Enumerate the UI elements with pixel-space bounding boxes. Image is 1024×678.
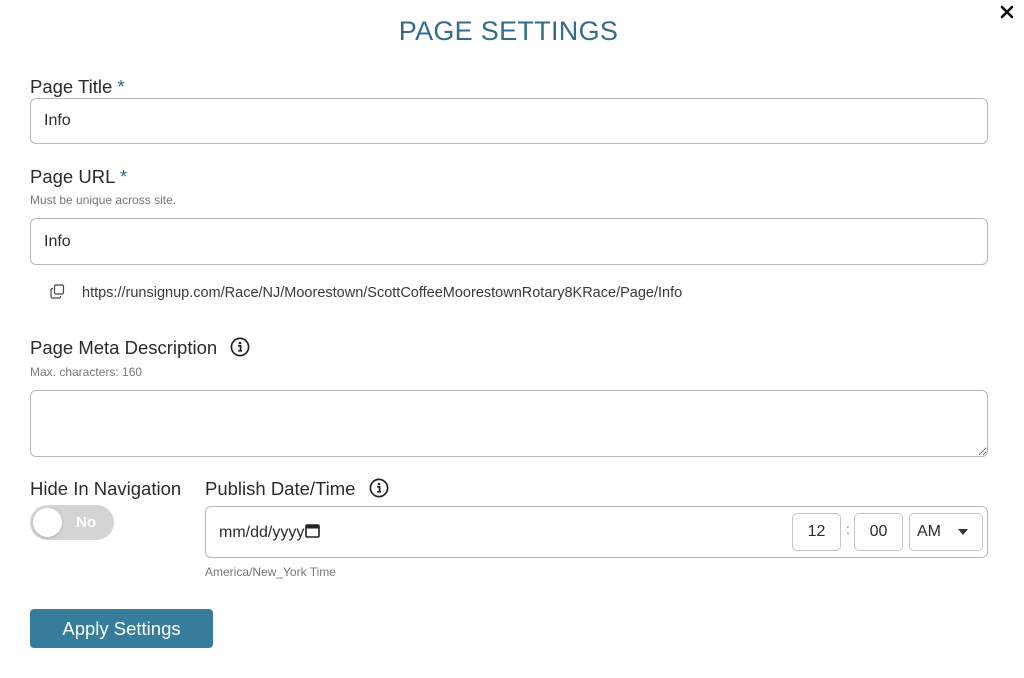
meta-description-hint: Max. characters: 160 — [30, 365, 143, 379]
toggle-state-text: No — [76, 514, 96, 531]
publish-date-input[interactable]: mm/dd/yyyy — [219, 523, 321, 543]
required-marker: * — [117, 76, 125, 97]
info-icon[interactable] — [230, 337, 250, 362]
info-icon[interactable] — [369, 478, 389, 503]
page-url-preview: https://runsignup.com/Race/NJ/Moorestown… — [50, 283, 683, 303]
page-url-input[interactable] — [30, 218, 988, 265]
copy-icon[interactable] — [50, 283, 65, 303]
date-placeholder: mm/dd/yyyy — [219, 524, 305, 541]
publish-ampm-select[interactable]: AM — [909, 513, 983, 551]
publish-timezone: America/New_York Time — [205, 565, 336, 579]
page-url-full: https://runsignup.com/Race/NJ/Moorestown… — [82, 285, 683, 301]
meta-description-input[interactable] — [30, 390, 988, 457]
meta-description-label: Page Meta Description — [30, 337, 250, 362]
page-title-input[interactable] — [30, 98, 988, 144]
hide-in-navigation-label: Hide In Navigation — [30, 478, 182, 499]
publish-hour-input[interactable]: 12 — [792, 513, 841, 551]
publish-datetime-label-text: Publish Date/Time — [205, 478, 356, 499]
time-separator: : — [846, 521, 850, 537]
page-title-label: Page Title * — [30, 76, 125, 98]
toggle-knob — [33, 508, 62, 537]
publish-datetime-field: mm/dd/yyyy 12 : 00 AM — [205, 506, 988, 558]
calendar-icon[interactable] — [305, 523, 321, 543]
dialog-title: PAGE SETTINGS — [398, 16, 619, 46]
chevron-down-icon — [958, 529, 968, 535]
page-title-label-text: Page Title — [30, 76, 113, 97]
page-url-label-text: Page URL — [30, 166, 115, 187]
page-url-hint: Must be unique across site. — [30, 193, 177, 207]
meta-description-label-text: Page Meta Description — [30, 337, 218, 358]
apply-settings-button[interactable]: Apply Settings — [30, 609, 213, 648]
page-url-label: Page URL * — [30, 166, 127, 188]
hide-in-navigation-toggle[interactable]: No — [30, 505, 114, 540]
ampm-value: AM — [917, 523, 941, 540]
publish-datetime-label: Publish Date/Time — [205, 478, 389, 503]
publish-minute-input[interactable]: 00 — [854, 513, 903, 551]
required-marker: * — [119, 166, 128, 187]
